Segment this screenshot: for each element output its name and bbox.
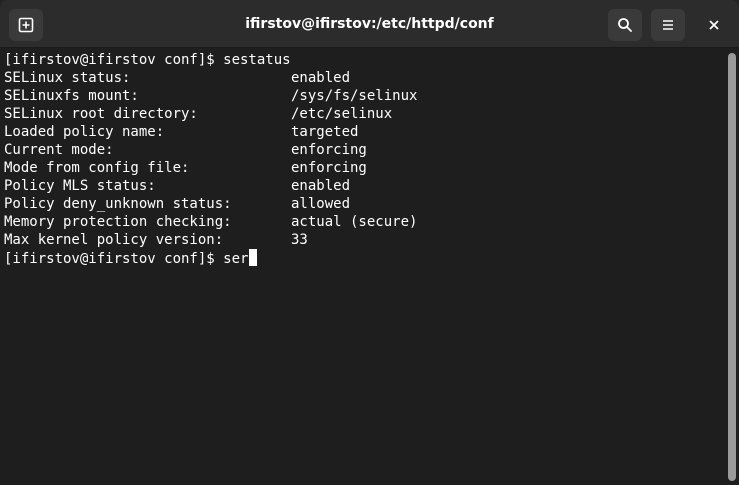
output-value: /sys/fs/selinux [291,88,418,104]
output-value: allowed [291,196,351,212]
output-value: /etc/selinux [291,106,393,122]
output-line: Max kernel policy version: 33 [4,231,725,249]
output-key: SELinux status: [4,70,131,86]
close-button[interactable] [698,9,730,41]
output-key: Memory protection checking: [4,214,232,230]
output-key: Policy MLS status: [4,178,156,194]
output-value: enforcing [291,160,367,176]
output-line: SELinux root directory: /etc/selinux [4,105,725,123]
output-line: Memory protection checking: actual (secur… [4,213,725,231]
output-line: Policy MLS status: enabled [4,177,725,195]
output-value: enabled [291,70,351,86]
search-button[interactable] [608,9,642,41]
new-tab-button[interactable] [9,9,43,41]
output-value: targeted [291,124,359,140]
output-line: Current mode: enforcing [4,141,725,159]
title-bar: ifirstov@ifirstov:/etc/httpd/conf [0,0,739,48]
output-key: SELinuxfs mount: [4,88,139,104]
command-line: [ifirstov@ifirstov conf]$ sestatus [4,52,291,68]
close-icon [709,20,719,30]
scrollbar-thumb[interactable] [728,53,736,481]
hamburger-menu-icon [663,20,673,30]
menu-button[interactable] [651,9,685,41]
output-key: Mode from config file: [4,160,190,176]
terminal-output-area[interactable]: [ifirstov@ifirstov conf]$ sestatus SELin… [0,49,725,485]
output-line: Policy deny_unknown status: allowed [4,195,725,213]
output-value: 33 [291,232,308,248]
output-key: Current mode: [4,142,114,158]
output-value: enforcing [291,142,367,158]
output-key: Max kernel policy version: [4,232,224,248]
output-key: Policy deny_unknown status: [4,196,232,212]
output-value: enabled [291,178,351,194]
output-key: SELinux root directory: [4,106,198,122]
text-cursor [249,249,258,266]
vertical-scrollbar[interactable] [725,49,739,485]
terminal-window: ifirstov@ifirstov:/etc/httpd/conf [ifirs… [0,0,739,485]
output-line: Loaded policy name: targeted [4,123,725,141]
search-icon [618,18,632,32]
output-key: Loaded policy name: [4,124,165,140]
output-line: SELinux status: enabled [4,69,725,87]
prompt-text: [ifirstov@ifirstov conf]$ ser [4,251,249,267]
prompt-line[interactable]: [ifirstov@ifirstov conf]$ ser [4,249,725,267]
new-tab-icon [18,17,34,33]
output-line: SELinuxfs mount: /sys/fs/selinux [4,87,725,105]
output-line: Mode from config file: enforcing [4,159,725,177]
output-value: actual (secure) [291,214,418,230]
